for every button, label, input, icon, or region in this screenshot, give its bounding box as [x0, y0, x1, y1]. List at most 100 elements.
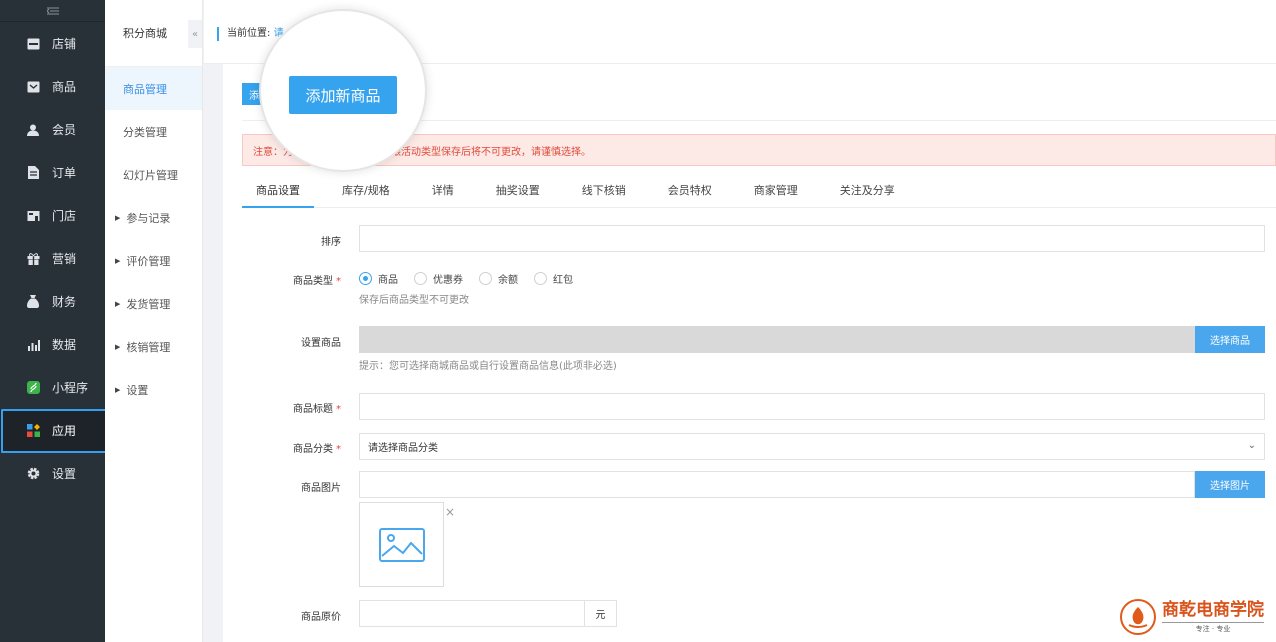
submenu-item-label: 核销管理 — [126, 340, 171, 354]
title-input[interactable] — [359, 393, 1265, 420]
sidebar-item-8[interactable]: 小程序 — [0, 366, 105, 409]
submenu-item-5[interactable]: ▶ 发货管理 — [105, 282, 202, 325]
sort-input[interactable] — [359, 225, 1265, 252]
submenu-title-text: 积分商城 — [123, 27, 167, 40]
watermark-subtitle: 专注 · 专业 — [1162, 622, 1264, 634]
watermark-logo: 商乾电商学院 专注 · 专业 — [1120, 596, 1272, 638]
sidebar-item-4[interactable]: 门店 — [0, 194, 105, 237]
radio-label: 红包 — [553, 275, 573, 286]
logo-seal-icon — [1120, 599, 1156, 635]
money-bag-icon — [26, 295, 40, 309]
radio-dot-icon — [534, 272, 547, 285]
breadcrumb: 当前位置: 请 — [217, 27, 284, 41]
submenu-item-label: 发货管理 — [126, 297, 171, 311]
sidebar-item-label: 应用 — [52, 424, 77, 438]
type-hint: 保存后商品类型不可更改 — [359, 295, 469, 306]
sidebar-item-label: 门店 — [52, 209, 77, 223]
tab-7[interactable]: 关注及分享 — [826, 176, 909, 208]
submenu-item-label: 商品管理 — [123, 82, 167, 96]
type-radio-3[interactable]: 红包 — [534, 271, 573, 286]
tab-2[interactable]: 详情 — [418, 176, 468, 208]
radio-dot-icon — [479, 272, 492, 285]
radio-label: 余额 — [498, 275, 518, 286]
image-placeholder-icon — [378, 527, 425, 562]
gift-icon — [26, 252, 40, 266]
tab-5[interactable]: 会员特权 — [654, 176, 726, 208]
submenu-item-7[interactable]: ▶ 设置 — [105, 368, 202, 411]
type-radio-0[interactable]: 商品 — [359, 271, 398, 286]
price-input[interactable] — [359, 600, 585, 627]
type-radio-1[interactable]: 优惠券 — [414, 271, 463, 286]
miniprogram-icon — [26, 381, 40, 395]
store-icon — [26, 37, 40, 51]
image-placeholder[interactable] — [359, 502, 444, 587]
tab-0[interactable]: 商品设置 — [242, 176, 314, 208]
submenu-item-2[interactable]: 幻灯片管理 — [105, 153, 202, 196]
sidebar-item-label: 数据 — [52, 338, 77, 352]
sort-label: 排序 — [321, 237, 341, 248]
submenu-item-6[interactable]: ▶ 核销管理 — [105, 325, 202, 368]
sidebar-item-label: 小程序 — [52, 381, 89, 395]
sidebar-item-3[interactable]: 订单 — [0, 151, 105, 194]
sidebar-item-label: 商品 — [52, 80, 77, 94]
sidebar-item-10[interactable]: 设置 — [0, 452, 105, 495]
breadcrumb-prefix: 当前位置: — [227, 28, 271, 39]
submenu-title: 积分商城 « — [105, 0, 202, 67]
sidebar-item-label: 设置 — [52, 467, 77, 481]
sidebar-item-label: 营销 — [52, 252, 77, 266]
category-select[interactable]: 请选择商品分类 ⌄ — [359, 433, 1265, 460]
tab-6[interactable]: 商家管理 — [740, 176, 812, 208]
sidebar-item-label: 财务 — [52, 295, 77, 309]
price-unit: 元 — [585, 600, 617, 627]
submenu-item-label: 设置 — [126, 383, 149, 397]
sidebar-item-2[interactable]: 会员 — [0, 108, 105, 151]
sidebar-item-9[interactable]: 应用 — [0, 409, 113, 453]
submenu-item-0[interactable]: 商品管理 — [105, 67, 202, 110]
type-radio-group: 商品 优惠券 余额 红包 — [359, 271, 589, 286]
set-goods-label: 设置商品 — [301, 338, 341, 349]
price-label: 商品原价 — [301, 612, 341, 623]
category-select-value: 请选择商品分类 — [368, 443, 438, 454]
set-goods-hint: 提示：您可选择商城商品或自行设置商品信息(此项非必选) — [359, 361, 617, 372]
tab-3[interactable]: 抽奖设置 — [482, 176, 554, 208]
category-label: 商品分类 * — [293, 444, 341, 455]
submenu-item-label: 分类管理 — [123, 125, 167, 139]
caret-right-icon: ▶ — [115, 342, 121, 351]
order-icon — [26, 166, 40, 180]
sidebar-item-6[interactable]: 财务 — [0, 280, 105, 323]
watermark-title: 商乾电商学院 — [1162, 600, 1264, 620]
radio-label: 优惠券 — [433, 275, 463, 286]
sidebar-item-0[interactable]: 店铺 — [0, 22, 105, 65]
submenu-item-label: 幻灯片管理 — [123, 168, 178, 182]
image-input[interactable] — [359, 471, 1195, 498]
caret-right-icon: ▶ — [115, 256, 121, 265]
form-tabs: 商品设置 库存/规格 详情 抽奖设置 线下核销 会员特权 商家管理 关注及分享 — [242, 176, 1276, 208]
goods-icon — [26, 80, 40, 94]
sidebar-item-1[interactable]: 商品 — [0, 65, 105, 108]
close-icon[interactable]: × — [445, 505, 455, 519]
fold-icon[interactable]: « — [188, 20, 202, 48]
main-sidebar: 店铺商品会员订单门店营销财务数据小程序应用设置 — [0, 0, 113, 642]
image-label: 商品图片 — [301, 483, 341, 494]
caret-right-icon: ▶ — [115, 213, 121, 222]
radio-label: 商品 — [378, 275, 398, 286]
type-label: 商品类型 * — [293, 276, 341, 287]
menu-collapse-icon[interactable] — [0, 0, 105, 22]
sidebar-item-7[interactable]: 数据 — [0, 323, 105, 366]
submenu-item-3[interactable]: ▶ 参与记录 — [105, 196, 202, 239]
gear-icon — [26, 467, 40, 481]
title-label: 商品标题 * — [293, 404, 341, 415]
type-radio-2[interactable]: 余额 — [479, 271, 518, 286]
set-goods-input[interactable] — [359, 326, 1195, 353]
tab-1[interactable]: 库存/规格 — [328, 176, 404, 208]
submenu-item-4[interactable]: ▶ 评价管理 — [105, 239, 202, 282]
select-goods-button[interactable]: 选择商品 — [1195, 326, 1265, 353]
submenu-item-1[interactable]: 分类管理 — [105, 110, 202, 153]
tab-4[interactable]: 线下核销 — [568, 176, 640, 208]
add-new-goods-button-zoomed[interactable]: 添加新商品 — [289, 76, 397, 114]
sidebar-item-label: 订单 — [52, 166, 77, 180]
caret-right-icon: ▶ — [115, 299, 121, 308]
chevron-down-icon: ⌄ — [1247, 440, 1256, 451]
select-image-button[interactable]: 选择图片 — [1195, 471, 1265, 498]
sidebar-item-5[interactable]: 营销 — [0, 237, 105, 280]
